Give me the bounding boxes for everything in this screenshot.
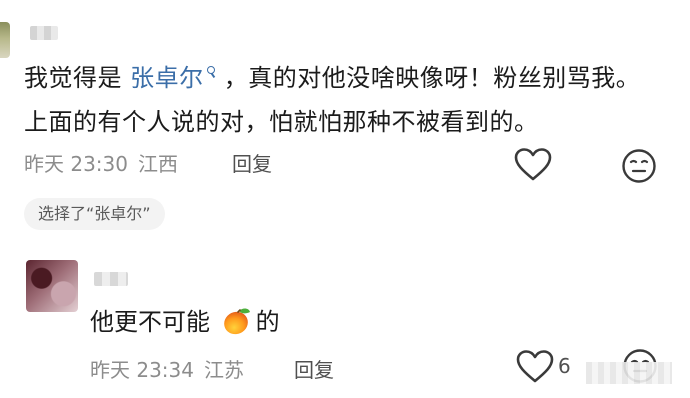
comment-time: 昨天 23:30 (24, 152, 128, 176)
replier-username-blurred[interactable] (94, 272, 128, 286)
comment-text-part: 我觉得是 (24, 64, 131, 92)
mention-link[interactable]: 张卓尔 (130, 64, 216, 92)
mango-emoji-icon (223, 308, 250, 335)
reply-text-part: 他更不可能 (90, 308, 218, 336)
reply-button[interactable]: 回复 (294, 354, 334, 383)
comment-text: 我觉得是 张卓尔 ，真的对他没啥映像呀！粉丝别骂我。上面的有个人说的对，怕就怕那… (24, 56, 664, 144)
search-mention-icon (206, 66, 216, 80)
reply-meta: 昨天 23:34 江苏 (90, 354, 244, 383)
comment-meta: 昨天 23:30 江西 (24, 148, 178, 177)
commenter-username-blurred[interactable] (30, 26, 58, 40)
like-count: 6 (558, 354, 571, 378)
reply-text-part: 的 (255, 308, 280, 336)
watermark-blur (586, 362, 672, 384)
replier-avatar[interactable] (26, 260, 78, 312)
reply-text: 他更不可能 的 (90, 302, 280, 342)
commenter-avatar[interactable] (0, 22, 10, 58)
reply-button[interactable]: 回复 (232, 148, 272, 177)
comment-location: 江西 (138, 152, 178, 176)
reply-time: 昨天 23:34 (90, 358, 194, 382)
vote-choice-tag: 选择了“张卓尔” (24, 198, 165, 230)
face-icon[interactable] (621, 148, 657, 184)
heart-outline-icon[interactable] (516, 350, 554, 384)
reply-location: 江苏 (204, 358, 244, 382)
mention-name: 张卓尔 (130, 64, 204, 92)
heart-outline-icon[interactable] (514, 148, 552, 182)
